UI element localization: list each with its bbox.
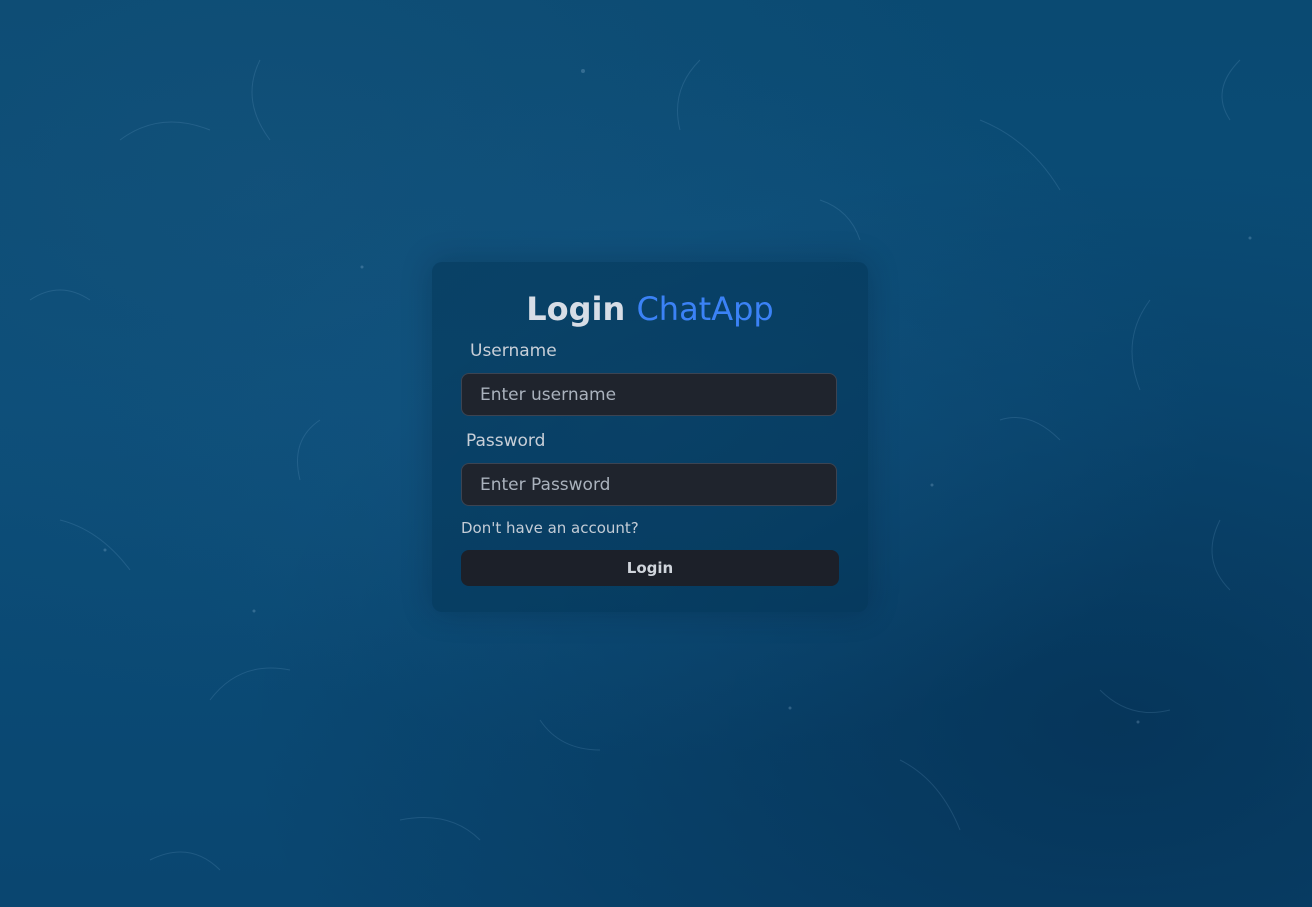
login-card: Login ChatApp Username Password Don't ha…	[432, 262, 868, 612]
password-label: Password	[466, 431, 546, 451]
app-name: ChatApp	[636, 290, 774, 328]
password-input[interactable]	[461, 463, 837, 506]
page: { "colors": { "background": "#0b4d78", "…	[0, 0, 1312, 907]
username-input[interactable]	[461, 373, 837, 416]
username-label: Username	[470, 341, 557, 361]
login-button[interactable]: Login	[461, 550, 839, 586]
login-title: Login ChatApp	[432, 289, 868, 329]
title-prefix: Login	[526, 290, 626, 328]
signup-link[interactable]: Don't have an account?	[461, 518, 639, 538]
